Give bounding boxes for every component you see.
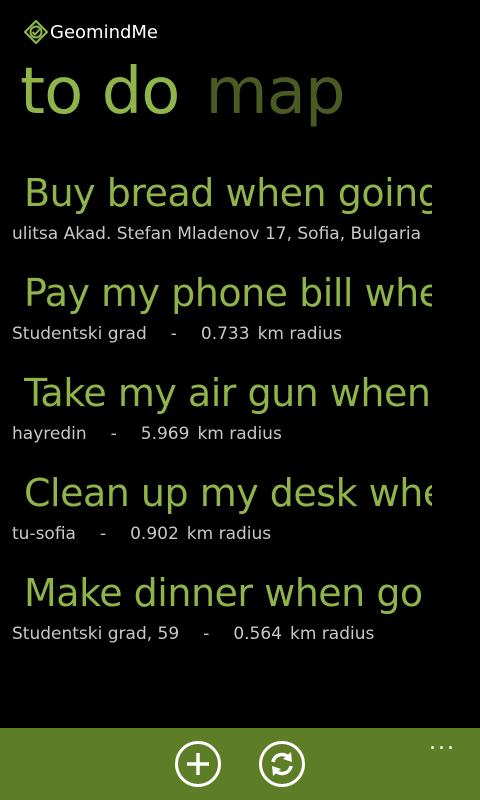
pivot-header: to do map	[20, 52, 371, 132]
task-title: Take my air gun when	[24, 371, 431, 415]
task-title: Make dinner when go	[24, 571, 423, 615]
task-radius-unit: km radius	[290, 624, 375, 644]
task-item[interactable]: Make dinner when go Studentski grad, 59 -…	[0, 568, 480, 668]
task-separator: -	[203, 624, 210, 644]
task-list: Buy bread when going ulitsa Akad. Stefan…	[0, 168, 480, 668]
app-header: GeomindMe	[24, 20, 158, 44]
task-separator: -	[110, 424, 117, 444]
app-logo-icon	[24, 20, 48, 44]
task-location: Studentski grad, 59	[12, 624, 180, 644]
task-details: hayredin - 5.969 km radius	[12, 422, 282, 446]
task-location: hayredin	[12, 424, 87, 444]
task-radius-unit: km radius	[186, 524, 272, 544]
task-details: ulitsa Akad. Stefan Mladenov 17, Sofia, …	[12, 222, 421, 246]
task-details: Studentski grad - 0.733 km radius	[12, 322, 342, 346]
task-radius: 0.564	[233, 624, 282, 644]
pivot-tab-map[interactable]: map	[205, 52, 345, 132]
app-bar: ...	[0, 728, 480, 800]
app-title: GeomindMe	[50, 21, 159, 43]
task-details: Studentski grad, 59 - 0.564 km radius	[12, 622, 374, 646]
task-separator: -	[170, 324, 177, 344]
task-radius-unit: km radius	[197, 424, 282, 444]
task-title: Buy bread when going	[24, 171, 432, 215]
task-title: Clean up my desk when	[24, 471, 432, 515]
task-title: Pay my phone bill when	[24, 271, 432, 315]
task-item[interactable]: Take my air gun when hayredin - 5.969 km ra…	[0, 368, 480, 468]
task-item[interactable]: Clean up my desk when tu-sofia - 0.902 km r…	[0, 468, 480, 568]
task-radius-unit: km radius	[257, 324, 342, 344]
refresh-icon	[259, 741, 305, 787]
task-location: ulitsa Akad. Stefan Mladenov 17, Sofia, …	[12, 224, 422, 244]
task-details: tu-sofia - 0.902 km radius	[12, 522, 271, 546]
more-options-button[interactable]: ...	[429, 732, 456, 754]
refresh-button[interactable]	[258, 740, 306, 788]
add-icon	[175, 741, 221, 787]
pivot-tab-todo[interactable]: to do	[20, 52, 180, 132]
task-item[interactable]: Pay my phone bill when Studentski grad - 0…	[0, 268, 480, 368]
task-radius: 0.902	[130, 524, 179, 544]
task-item[interactable]: Buy bread when going ulitsa Akad. Stefan…	[0, 168, 480, 268]
add-button[interactable]	[174, 740, 222, 788]
task-radius: 0.733	[200, 324, 250, 344]
task-radius: 5.969	[140, 424, 190, 444]
task-location: Studentski grad	[12, 324, 147, 344]
task-location: tu-sofia	[12, 524, 76, 544]
task-separator: -	[99, 524, 107, 544]
